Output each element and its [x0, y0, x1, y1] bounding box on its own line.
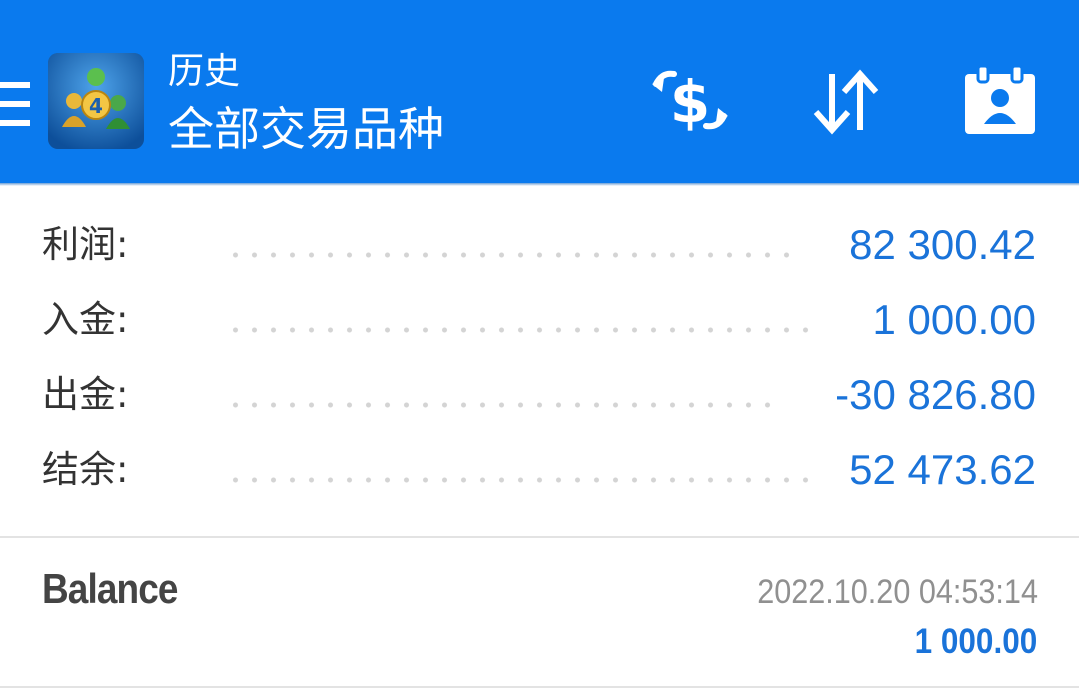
history-summary: 利润: 82 300.42 入金: 1 000.00 出金: -30 826.8…	[0, 210, 1079, 510]
header-title: 历史	[168, 51, 241, 92]
summary-value: 52 473.62	[849, 446, 1036, 493]
summary-value: 82 300.42	[849, 221, 1036, 268]
summary-label: 入金:	[42, 298, 129, 341]
dot-leader	[226, 402, 776, 408]
top-app-bar: 4 历史 全部交易品种 $	[0, 0, 1079, 183]
account-button[interactable]	[960, 62, 1040, 142]
history-screen: 4 历史 全部交易品种 $ 利润: 82 300.42 入金: 1 000.00…	[0, 0, 1079, 690]
divider	[0, 686, 1079, 688]
header-shadow	[0, 183, 1079, 186]
summary-label: 结余:	[42, 448, 129, 491]
app-logo[interactable]: 4	[48, 53, 144, 149]
trade-operations-button[interactable]: $	[650, 62, 730, 142]
dollar-exchange-icon: $	[652, 68, 728, 136]
summary-value: 1 000.00	[872, 296, 1037, 343]
summary-label: 出金:	[42, 373, 129, 416]
dot-leader	[226, 327, 816, 333]
header-subtitle-symbol-filter[interactable]: 全部交易品种	[168, 100, 444, 158]
summary-label: 利润:	[42, 223, 129, 266]
account-card-icon	[965, 64, 1035, 134]
deal-type: Balance	[42, 565, 178, 612]
deal-time: 2022.10.20 04:53:14	[757, 573, 1038, 611]
summary-row-profit: 利润: 82 300.42	[0, 210, 1079, 285]
summary-row-withdrawal: 出金: -30 826.80	[0, 360, 1079, 435]
svg-text:4: 4	[89, 94, 103, 118]
sort-arrows-icon	[813, 69, 879, 135]
summary-value: -30 826.80	[835, 371, 1036, 418]
summary-row-balance: 结余: 52 473.62	[0, 435, 1079, 510]
divider	[0, 536, 1079, 538]
sort-button[interactable]	[806, 62, 886, 142]
summary-row-deposit: 入金: 1 000.00	[0, 285, 1079, 360]
metatrader-logo-icon: 4	[48, 53, 144, 149]
menu-icon[interactable]	[0, 82, 30, 126]
deal-amount: 1 000.00	[914, 622, 1037, 661]
dot-leader	[226, 477, 811, 483]
dot-leader	[226, 252, 796, 258]
